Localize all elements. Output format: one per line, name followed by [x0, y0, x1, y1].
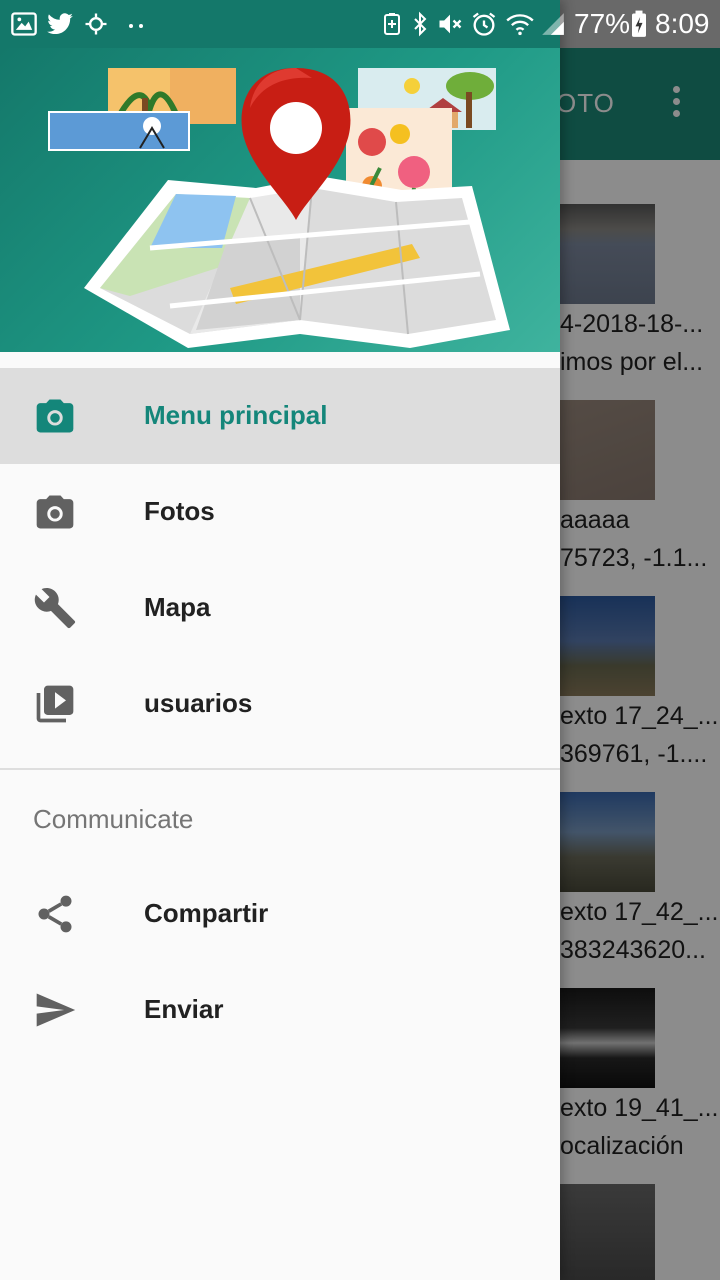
twitter-icon — [47, 13, 73, 35]
bluetooth-icon — [414, 11, 427, 37]
map-pin-photos-illustration — [48, 68, 510, 348]
status-time: 8:09 — [655, 8, 710, 39]
video-library-icon — [36, 685, 74, 723]
menu-item-label: Menu principal — [144, 400, 328, 430]
wifi-icon — [506, 14, 534, 36]
mute-icon — [439, 14, 462, 34]
alarm-icon — [472, 12, 496, 36]
menu-item-label: Fotos — [144, 496, 215, 526]
signal-icon — [542, 13, 564, 35]
more-notifications-icon — [129, 24, 143, 28]
image-notification-icon — [11, 12, 37, 36]
sync-notification-icon — [85, 13, 107, 35]
menu-item-label: Enviar — [144, 994, 224, 1024]
menu-item-enviar[interactable]: Enviar — [0, 962, 560, 1058]
menu-item-mapa[interactable]: Mapa — [0, 560, 560, 656]
menu-item-menu-principal[interactable]: Menu principal — [0, 368, 560, 464]
battery-saver-icon — [384, 13, 400, 35]
status-bar: 77% 8:09 — [0, 0, 720, 48]
menu-item-label: Mapa — [144, 592, 211, 622]
camera-icon — [36, 399, 74, 433]
section-title-communicate: Communicate — [33, 804, 194, 834]
menu-item-usuarios[interactable]: usuarios — [0, 656, 560, 752]
navigation-drawer: Menu principal Fotos Mapa usuarios Commu… — [0, 0, 560, 1280]
menu-item-label: Compartir — [144, 898, 269, 928]
menu-item-label: usuarios — [144, 688, 253, 718]
wrench-icon — [34, 588, 76, 629]
menu-divider — [0, 768, 560, 770]
send-icon — [36, 993, 76, 1027]
battery-icon — [632, 10, 646, 37]
menu-item-compartir[interactable]: Compartir — [0, 866, 560, 962]
camera-icon — [36, 495, 74, 529]
share-icon — [38, 895, 72, 933]
menu-item-fotos[interactable]: Fotos — [0, 464, 560, 560]
battery-percentage: 77% — [574, 8, 631, 39]
drawer-header — [0, 48, 560, 352]
